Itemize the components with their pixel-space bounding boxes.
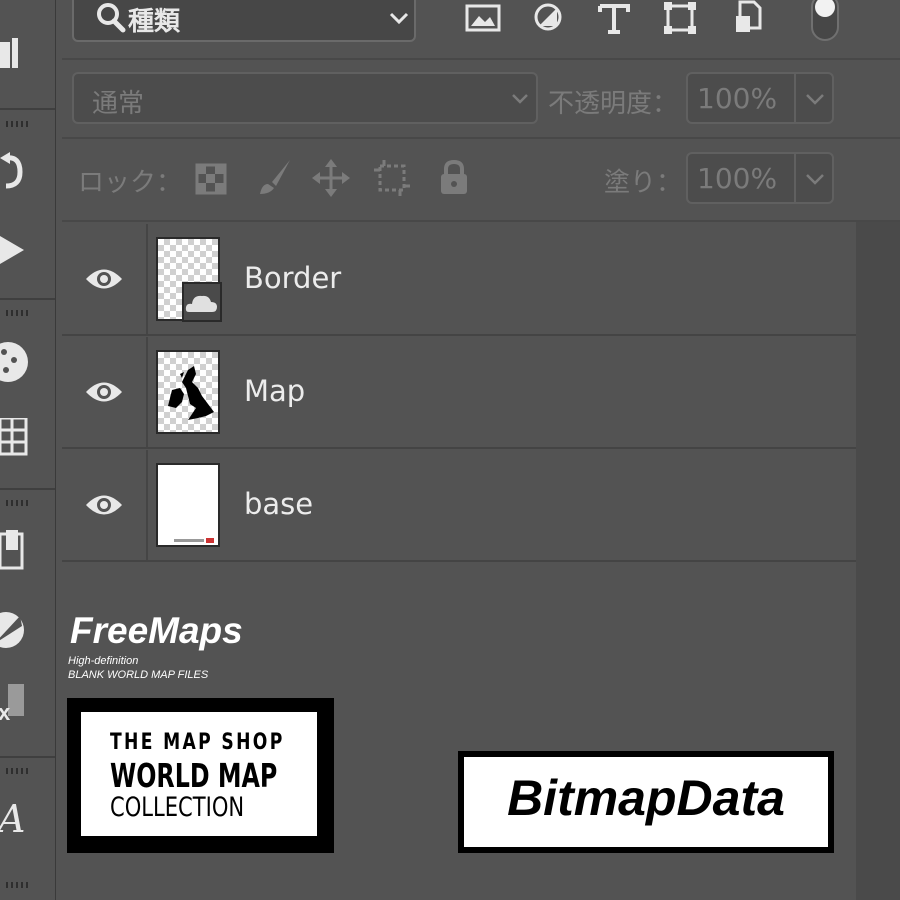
visibility-toggle[interactable]	[62, 450, 148, 560]
mapshop-line-2: WORLD MAP	[110, 756, 278, 795]
layer-name[interactable]: base	[244, 487, 313, 521]
chevron-down-icon	[512, 94, 528, 104]
effects-icon[interactable]: x	[0, 684, 40, 724]
palette-icon[interactable]	[0, 342, 40, 382]
mapshop-line-3: COLLECTION	[110, 792, 245, 823]
tools-panel: x A	[0, 0, 56, 900]
eye-icon[interactable]	[84, 379, 124, 405]
pixel-layer-filter-icon[interactable]	[463, 0, 503, 38]
type-layer-filter-icon[interactable]	[594, 0, 634, 38]
fill-label: 塗り：	[604, 168, 683, 198]
tool-separator	[0, 756, 55, 758]
glyphs-icon[interactable]: A	[0, 796, 40, 836]
panel-grip[interactable]	[6, 768, 30, 774]
freemaps-logo: FreeMaps	[70, 610, 243, 651]
layer-row-border[interactable]: Border	[62, 224, 856, 336]
panel-grip[interactable]	[6, 310, 30, 316]
divider	[62, 220, 900, 222]
adjustment-layer-filter-icon[interactable]	[528, 0, 568, 38]
lock-position-icon[interactable]	[312, 159, 350, 197]
field-divider	[794, 154, 796, 202]
tool-separator	[0, 488, 55, 490]
panel-grip[interactable]	[6, 121, 30, 127]
visibility-toggle[interactable]	[62, 224, 148, 334]
layer-name[interactable]: Border	[244, 261, 341, 295]
swatches-icon[interactable]	[0, 418, 40, 458]
align-icon[interactable]	[0, 34, 40, 74]
lock-transparent-pixels-icon[interactable]	[195, 163, 227, 195]
lock-image-pixels-icon[interactable]	[254, 158, 294, 198]
chevron-down-icon	[389, 12, 409, 25]
freemaps-tagline-2: BLANK WORLD MAP FILES	[68, 669, 209, 681]
layer-row-map[interactable]: Map	[62, 337, 856, 449]
libraries-icon[interactable]	[0, 530, 40, 570]
divider	[62, 137, 900, 139]
freemaps-tagline-1: High-definition	[68, 655, 139, 667]
opacity-label: 不透明度：	[548, 89, 679, 119]
thumbnail-detail	[174, 539, 204, 542]
thumbnail-detail	[206, 538, 214, 543]
layer-thumbnail	[156, 463, 220, 547]
svg-text:A: A	[0, 797, 25, 836]
chevron-down-icon[interactable]	[804, 92, 826, 106]
search-icon	[97, 3, 126, 33]
lock-artboard-icon[interactable]	[372, 158, 412, 198]
lock-label: ロック：	[78, 168, 183, 198]
visibility-toggle[interactable]	[62, 337, 148, 447]
layer-name[interactable]: Map	[244, 374, 305, 408]
cloud-icon	[182, 282, 222, 322]
filter-kind-label: 種類	[128, 7, 181, 37]
eye-icon[interactable]	[84, 492, 124, 518]
chevron-down-icon[interactable]	[804, 172, 826, 186]
layer-row-base[interactable]: base	[62, 450, 856, 562]
adjustments-icon[interactable]	[0, 610, 40, 650]
filter-toggle-switch[interactable]	[810, 0, 840, 44]
lock-all-icon[interactable]	[438, 160, 470, 196]
tool-separator	[0, 298, 55, 300]
svg-text:x: x	[0, 700, 11, 724]
opacity-value: 100%	[697, 82, 778, 115]
bitmapdata-logo-text: BitmapData	[507, 770, 785, 826]
scrollbar-track[interactable]	[856, 222, 900, 900]
map-silhouette-icon	[168, 366, 214, 420]
fill-value: 100%	[697, 162, 778, 195]
layer-thumbnail	[156, 350, 220, 434]
divider	[62, 58, 900, 60]
field-divider	[794, 74, 796, 122]
play-icon[interactable]	[0, 230, 40, 270]
tool-separator	[0, 108, 55, 110]
smart-object-filter-icon[interactable]	[728, 0, 768, 38]
history-icon[interactable]	[0, 152, 40, 192]
eye-icon[interactable]	[84, 266, 124, 292]
panel-grip[interactable]	[6, 882, 30, 888]
panel-grip[interactable]	[6, 500, 30, 506]
shape-layer-filter-icon[interactable]	[660, 0, 700, 38]
blend-mode-value: 通常	[92, 89, 145, 119]
mapshop-line-1: THE MAP SHOP	[110, 730, 285, 755]
